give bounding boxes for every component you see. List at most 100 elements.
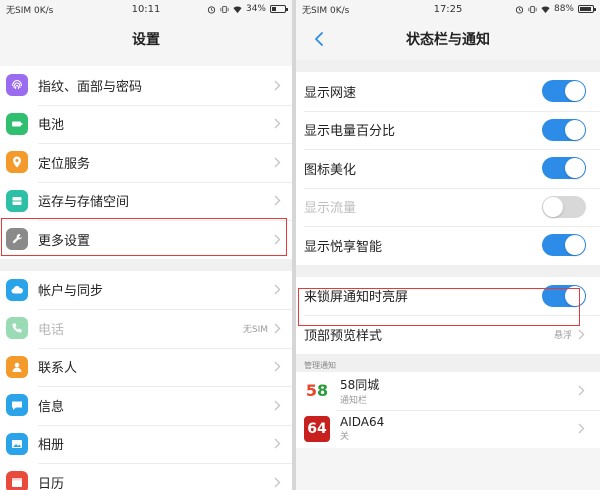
settings-item[interactable]: 电池 xyxy=(0,104,292,144)
battery-percent: 34% xyxy=(245,4,266,14)
wifi-icon xyxy=(233,6,242,13)
row-label: 来锁屏通知时亮屏 xyxy=(304,290,409,306)
wifi-icon xyxy=(541,6,550,13)
toggle-knob xyxy=(565,81,585,102)
settings-item[interactable]: 运存与存储空间 xyxy=(0,181,292,221)
app-name: 58同城 xyxy=(340,377,380,392)
settings-screen: 无SIM 0K/s 10:11 34% 设置 指纹、面部与密码 电池定位服务运存与… xyxy=(0,0,292,490)
chevron-right-icon xyxy=(274,157,280,168)
settings-item-label: 电池 xyxy=(38,118,65,134)
chevron-right-icon xyxy=(274,323,280,334)
settings-item-label: 帐户与同步 xyxy=(38,284,104,300)
toggle-label: 显示电量百分比 xyxy=(304,124,396,140)
chevron-right-icon xyxy=(274,438,280,449)
settings-item[interactable]: 信息 xyxy=(0,386,292,425)
settings-group-1: 指纹、面部与密码 电池定位服务运存与存储空间 更多设置 xyxy=(0,66,292,259)
toggle-knob xyxy=(543,196,563,217)
toggle-switch[interactable] xyxy=(542,284,586,307)
settings-item[interactable]: 帐户与同步 xyxy=(0,271,292,310)
chevron-right-icon xyxy=(578,423,584,434)
settings-item[interactable]: 更多设置 xyxy=(0,220,292,259)
settings-item[interactable]: 联系人 xyxy=(0,347,292,387)
settings-item-label: 指纹、面部与密码 xyxy=(38,79,143,95)
section-header: 管理通知 xyxy=(296,353,600,372)
chevron-right-icon xyxy=(274,118,280,129)
message-icon xyxy=(6,394,28,417)
status-bar: 无SIM 0K/s 17:25 88% xyxy=(296,0,600,18)
calendar-icon xyxy=(6,471,28,490)
toggle-switch[interactable] xyxy=(542,118,586,141)
toggle-knob xyxy=(565,119,585,140)
settings-item[interactable]: 相册 xyxy=(0,424,292,464)
chevron-right-icon xyxy=(274,80,280,91)
settings-item-label: 运存与存储空间 xyxy=(38,195,130,211)
alarm-icon xyxy=(515,5,524,14)
statusbar-toggles-group: 显示网速显示电量百分比 图标美化显示流量显示悦享智能 xyxy=(296,72,600,265)
chevron-right-icon xyxy=(274,400,280,411)
vibrate-icon xyxy=(220,5,229,13)
toggle-row: 来锁屏通知时亮屏 xyxy=(296,277,600,316)
phone-icon xyxy=(6,317,28,340)
toggle-label: 显示悦享智能 xyxy=(304,239,383,255)
toggle-switch[interactable] xyxy=(542,234,586,257)
back-button[interactable] xyxy=(306,26,332,52)
app-notification-status: 关 xyxy=(340,432,350,442)
app-name: AIDA64 xyxy=(340,415,385,429)
settings-item[interactable]: 定位服务 xyxy=(0,143,292,182)
battery-percent: 88% xyxy=(553,4,574,14)
settings-item-label: 相册 xyxy=(38,438,65,454)
settings-item-label: 定位服务 xyxy=(38,156,91,172)
page-title: 设置 xyxy=(132,32,160,48)
app-notification-item[interactable]: 64 AIDA64 关 xyxy=(296,409,600,448)
toggle-row: 显示流量 xyxy=(296,187,600,227)
page-header: 状态栏与通知 xyxy=(296,18,600,60)
storage-icon xyxy=(6,189,28,212)
app-icon: 64 xyxy=(304,415,330,442)
toggle-knob xyxy=(565,285,585,306)
settings-item-label: 联系人 xyxy=(38,361,78,377)
settings-item-label: 信息 xyxy=(38,399,65,415)
app-icon: 58 xyxy=(304,377,330,404)
toggle-label: 显示流量 xyxy=(304,201,357,217)
settings-item[interactable]: 指纹、面部与密码 xyxy=(0,66,292,105)
status-bar: 无SIM 0K/s 10:11 34% xyxy=(0,0,292,18)
toggle-switch[interactable] xyxy=(542,80,586,103)
battery-icon xyxy=(6,112,28,135)
battery-indicator xyxy=(578,5,596,13)
toggle-switch[interactable] xyxy=(542,195,586,218)
chevron-left-icon xyxy=(315,32,323,46)
contacts-icon xyxy=(6,355,28,378)
app-notification-item[interactable]: 5 8 58同城通知栏 xyxy=(296,371,600,410)
toggle-row: 显示悦享智能 xyxy=(296,226,600,265)
toggle-knob xyxy=(565,158,585,179)
toggle-label: 显示网速 xyxy=(304,85,357,101)
settings-group-2: 帐户与同步电话 无SIM 联系人信息相册日历 xyxy=(0,270,292,490)
settings-item[interactable]: 日历 xyxy=(0,463,292,490)
chevron-right-icon xyxy=(274,361,280,372)
page-title: 状态栏与通知 xyxy=(406,32,490,48)
toggle-row: 显示网速 xyxy=(296,72,600,111)
toggle-row: 图标美化 xyxy=(296,149,600,188)
toggle-row: 显示电量百分比 xyxy=(296,110,600,150)
toggle-switch[interactable] xyxy=(542,157,586,180)
chevron-right-icon xyxy=(578,329,584,340)
app-notification-status: 通知栏 xyxy=(340,395,368,406)
cloud-icon xyxy=(6,278,28,301)
album-icon xyxy=(6,432,28,455)
row-label: 顶部预览样式 xyxy=(304,328,383,344)
chevron-right-icon xyxy=(578,385,584,396)
chevron-right-icon xyxy=(274,234,280,245)
settings-item[interactable]: 电话 无SIM xyxy=(0,309,292,348)
chevron-right-icon xyxy=(274,195,280,206)
lockscreen-group: 来锁屏通知时亮屏顶部预览样式 悬浮 xyxy=(296,276,600,354)
toggle-label: 图标美化 xyxy=(304,162,357,178)
settings-item-label: 日历 xyxy=(38,476,65,490)
toggle-knob xyxy=(565,235,585,256)
app-notification-list: 5 8 58同城通知栏 64 AIDA64 关 xyxy=(296,371,600,448)
wrench-icon xyxy=(6,228,28,251)
settings-item-label: 更多设置 xyxy=(38,233,91,249)
fingerprint-icon xyxy=(6,74,28,97)
chevron-right-icon xyxy=(274,477,280,488)
vibrate-icon xyxy=(528,5,537,13)
nav-row[interactable]: 顶部预览样式 悬浮 xyxy=(296,315,600,354)
